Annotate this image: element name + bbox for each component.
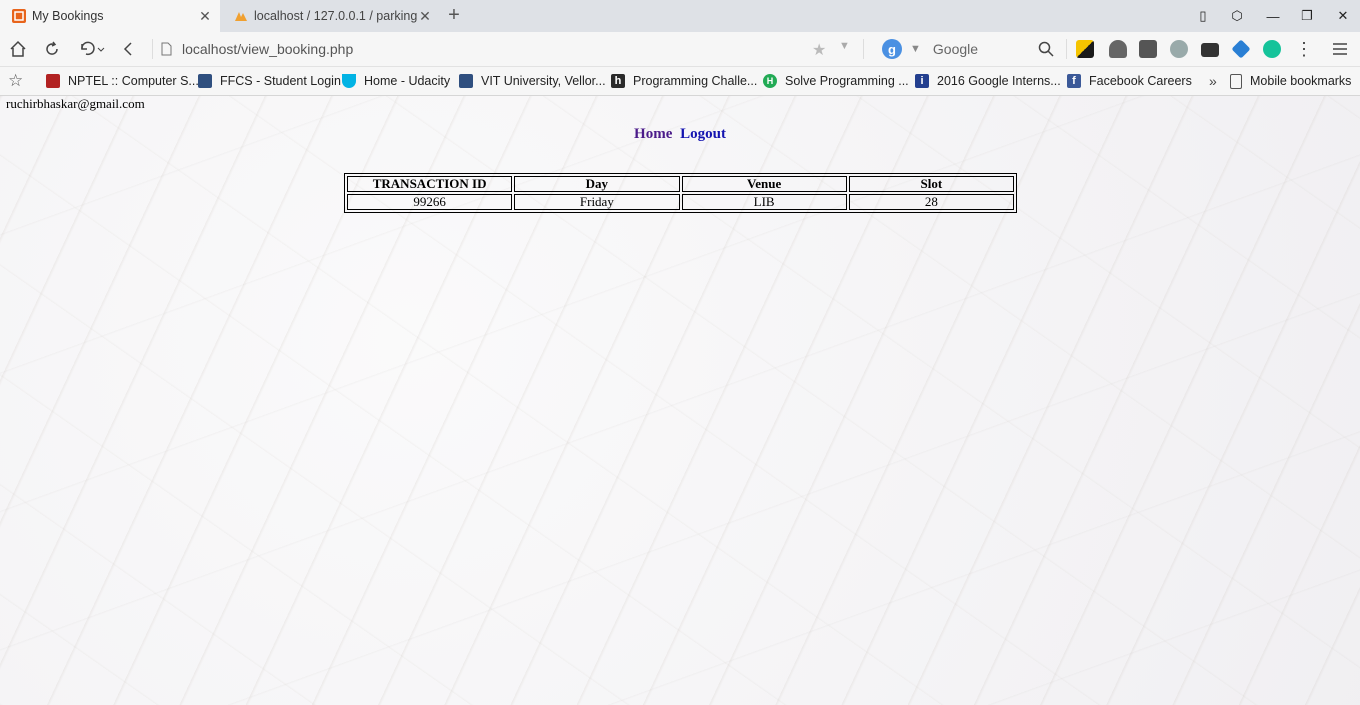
bookmark-nptel[interactable]: NPTEL :: Computer S... [46,72,199,90]
chevron-down-icon[interactable]: ▼ [910,43,921,55]
extension-icon[interactable] [1109,40,1127,58]
bookmark-label: FFCS - Student Login [220,74,341,88]
bookmarks-bar: ☆ NPTEL :: Computer S... FFCS - Student … [0,67,1360,96]
column-header: TRANSACTION ID [347,176,513,192]
column-header: Slot [848,176,1014,192]
bookmark-label: Mobile bookmarks [1250,74,1352,88]
bookmark-label: Programming Challe... [633,74,758,88]
table-row: 99266 Friday LIB 28 [347,194,1014,210]
extension-icon[interactable] [1201,43,1219,57]
snapshot-icon[interactable]: ⬡ [1220,0,1254,32]
tab-strip: My Bookings ✕ localhost / 127.0.0.1 / pa… [0,0,1360,32]
address-url: localhost/view_booking.php [182,41,354,57]
home-icon[interactable] [6,37,30,61]
search-placeholder: Google [932,41,979,57]
day-cell: Friday [514,194,680,210]
reload-icon[interactable] [40,37,64,61]
vit-icon [459,74,473,88]
bookmark-label: 2016 Google Interns... [937,74,1061,88]
hackerearth-icon: H [763,74,777,88]
separator [152,39,153,59]
nptel-icon [46,74,60,88]
user-email: ruchirbhaskar@gmail.com [6,96,145,111]
info-icon: i [915,74,929,88]
bookmark-label: Solve Programming ... [785,74,909,88]
more-options-icon[interactable]: ⋮ [1292,37,1316,61]
menu-icon[interactable] [1328,37,1352,61]
udacity-icon [342,74,356,88]
bookmark-star-icon[interactable]: ★ [812,40,826,60]
extension-icon[interactable] [1076,40,1094,58]
venue-cell: LIB [681,194,847,210]
page-content: ruchirbhaskar@gmail.com Home Logout TRAN… [0,96,1360,705]
extension-icon[interactable] [1231,39,1251,59]
tab-my-bookings[interactable]: My Bookings ✕ [0,0,220,32]
chevron-down-icon[interactable]: ▼ [839,40,850,52]
new-tab-button[interactable]: + [444,4,464,26]
bookmarks-star-icon[interactable]: ☆ [8,71,23,90]
facebook-icon: f [1067,74,1081,88]
grammarly-icon[interactable] [1263,40,1281,58]
search-engine-icon[interactable]: g [882,39,902,59]
bookings-table: TRANSACTION ID Day Venue Slot 99266 Frid… [344,173,1017,213]
bookmark-label: NPTEL :: Computer S... [68,74,199,88]
back-icon[interactable] [116,37,140,61]
bookmark-google-interns[interactable]: i 2016 Google Interns... [915,72,1061,90]
logout-link[interactable]: Logout [680,126,726,142]
table-header-row: TRANSACTION ID Day Venue Slot [347,176,1014,192]
bookmark-udacity[interactable]: Home - Udacity [342,72,450,90]
bookmark-label: Facebook Careers [1089,74,1192,88]
transaction-id-cell: 99266 [347,194,513,210]
vit-icon [198,74,212,88]
navigation-bar: localhost/view_booking.php ★ ▼ g ▼ Googl… [0,32,1360,67]
separator [863,39,864,59]
bookmark-facebook-careers[interactable]: f Facebook Careers [1067,72,1192,90]
home-link[interactable]: Home [634,126,672,142]
bookmark-ffcs[interactable]: FFCS - Student Login [198,72,341,90]
bookmark-label: Home - Udacity [364,74,451,88]
mobile-icon [1230,73,1242,89]
slot-cell: 28 [848,194,1014,210]
extension-icon[interactable] [1170,40,1188,58]
search-box[interactable]: g ▼ Google [880,36,1060,62]
column-header: Day [514,176,680,192]
mobile-bookmarks[interactable]: Mobile bookmarks [1230,72,1351,90]
minimize-button[interactable]: — [1256,0,1290,32]
close-window-button[interactable]: ✕ [1326,0,1360,32]
tab-view-icon[interactable]: ▯ [1186,0,1220,32]
separator [1066,39,1067,59]
undo-icon[interactable] [76,37,108,61]
tab-title: localhost / 127.0.0.1 / parking [254,9,418,23]
extension-icon[interactable] [1139,40,1157,58]
bookmark-hackerearth[interactable]: H Solve Programming ... [763,72,909,90]
bookmark-vit-university[interactable]: VIT University, Vellor... [459,72,606,90]
column-header: Venue [681,176,847,192]
close-tab-icon[interactable]: ✕ [198,8,212,25]
close-tab-icon[interactable]: ✕ [418,8,432,25]
hackerrank-icon: h [611,74,625,88]
bookmark-hackerrank[interactable]: h Programming Challe... [611,72,757,90]
maximize-button[interactable]: ❐ [1290,0,1324,32]
page-icon [12,9,26,23]
page-info-icon[interactable] [160,42,172,56]
tab-phpmyadmin[interactable]: localhost / 127.0.0.1 / parking ✕ [222,0,440,32]
address-bar[interactable]: localhost/view_booking.php [160,36,860,62]
tab-title: My Bookings [32,9,104,23]
phpmyadmin-icon [235,12,247,21]
bookmark-label: VIT University, Vellor... [481,74,606,88]
more-bookmarks-button[interactable]: » [1209,72,1217,90]
page-nav: Home Logout [0,126,1360,143]
search-icon[interactable] [1034,37,1058,61]
